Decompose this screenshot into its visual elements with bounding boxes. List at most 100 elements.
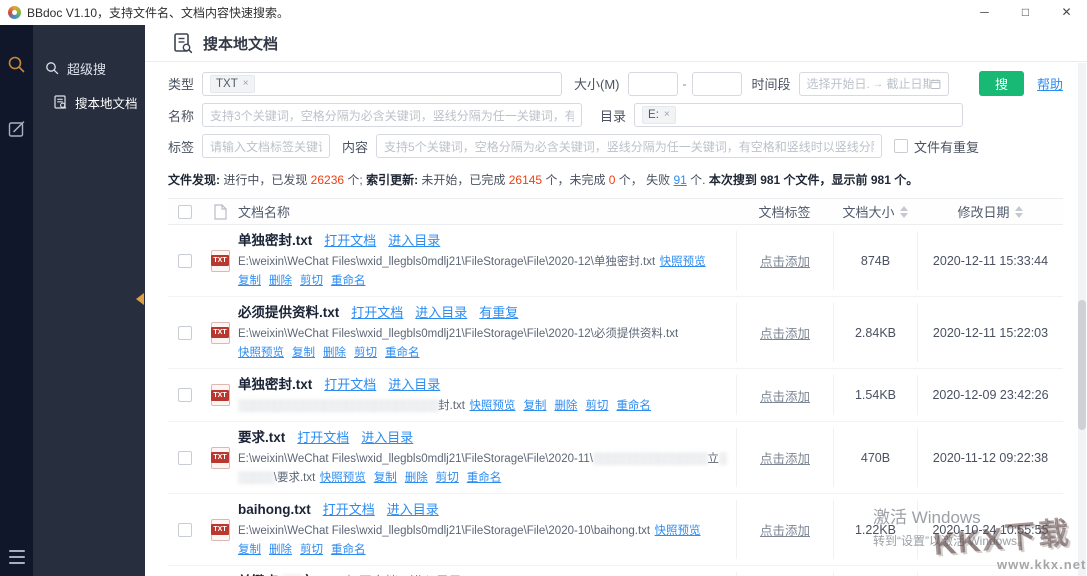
type-input[interactable]: TXT ×: [202, 72, 562, 96]
snapshot-preview-link[interactable]: 快照预览: [660, 256, 706, 268]
copy-link[interactable]: 复制: [292, 347, 315, 359]
page-doc-search-icon: [172, 32, 194, 54]
file-size: 1.54KB: [855, 388, 896, 402]
txt-file-icon: TXT: [211, 322, 230, 344]
delete-link[interactable]: 删除: [269, 275, 292, 287]
delete-link[interactable]: 删除: [554, 400, 577, 412]
header-modified-date[interactable]: 修改日期: [917, 199, 1063, 224]
size-max-input[interactable]: [692, 72, 742, 96]
collapse-sidebar-arrow-icon[interactable]: [136, 293, 144, 305]
add-tag-link[interactable]: 点击添加: [760, 386, 810, 405]
rename-link[interactable]: 重命名: [331, 544, 366, 556]
help-link[interactable]: 帮助: [1037, 74, 1063, 93]
open-doc-link[interactable]: 打开文档: [351, 305, 403, 320]
name-input[interactable]: 支持3个关键词，空格分隔为必含关键词，竖线分隔为任一关键词，有空格和竖线时以竖线…: [202, 103, 582, 127]
sidebar-item-search-local-docs[interactable]: 搜本地文档: [33, 85, 145, 119]
table-body: TXT单独密封.txt打开文档进入目录E:\weixin\WeChat File…: [168, 225, 1063, 576]
file-date: 2020-12-09 23:42:26: [932, 388, 1048, 402]
type-tag-chip: TXT ×: [210, 75, 255, 93]
snapshot-preview-link[interactable]: 快照预览: [238, 347, 284, 359]
cut-link[interactable]: 剪切: [585, 400, 608, 412]
end-date-placeholder: 截止日期: [887, 75, 930, 92]
header-doc-size[interactable]: 文档大小: [833, 199, 917, 224]
remove-dir-tag-icon[interactable]: ×: [664, 108, 670, 122]
rename-link[interactable]: 重命名: [616, 400, 651, 412]
open-dir-link[interactable]: 进入目录: [388, 377, 440, 392]
cut-link[interactable]: 剪切: [300, 544, 323, 556]
scrollbar-thumb[interactable]: [1078, 300, 1086, 430]
range-label: 时间段: [752, 74, 791, 93]
status-line: 文件发现: 进行中，已发现 26236 个; 索引更新: 未开始，已完成 261…: [145, 167, 1087, 188]
add-tag-link[interactable]: 点击添加: [760, 323, 810, 342]
txt-file-icon: TXT: [211, 447, 230, 469]
open-doc-link[interactable]: 打开文档: [323, 502, 375, 517]
rename-link[interactable]: 重命名: [331, 275, 366, 287]
date-range-input[interactable]: 选择开始日... → 截止日期: [799, 72, 949, 96]
snapshot-preview-link[interactable]: 快照预览: [469, 400, 515, 412]
open-doc-link[interactable]: 打开文档: [324, 377, 376, 392]
duplicate-link[interactable]: 有重复: [479, 305, 518, 320]
file-path-text: 立: [707, 453, 719, 465]
tag-placeholder: 请输入文档标签关键词: [210, 138, 322, 155]
compose-icon[interactable]: [8, 120, 26, 138]
rename-link[interactable]: 重命名: [385, 347, 420, 359]
failed-count-link[interactable]: 91: [673, 173, 686, 187]
delete-link[interactable]: 删除: [323, 347, 346, 359]
cut-link[interactable]: 剪切: [354, 347, 377, 359]
status-segment: 本次搜到 981 个文件，显示前 981 个。: [709, 173, 918, 187]
row-checkbox[interactable]: [178, 388, 192, 402]
sort-size-icon[interactable]: [900, 206, 908, 218]
file-name: baihong.txt: [238, 502, 311, 517]
status-segment: 未开始，已完成: [418, 173, 509, 187]
open-dir-link[interactable]: 进入目录: [387, 502, 439, 517]
add-tag-link[interactable]: 点击添加: [760, 448, 810, 467]
remove-type-tag-icon[interactable]: ×: [243, 77, 249, 91]
super-search-icon[interactable]: [7, 55, 26, 74]
row-checkbox[interactable]: [178, 523, 192, 537]
open-dir-link[interactable]: 进入目录: [361, 430, 413, 445]
file-path: E:\weixin\WeChat Files\wxid_llegbls0mdlj…: [238, 328, 678, 340]
row-checkbox[interactable]: [178, 451, 192, 465]
open-dir-link[interactable]: 进入目录: [388, 233, 440, 248]
rename-link[interactable]: 重命名: [467, 472, 502, 484]
cut-link[interactable]: 剪切: [300, 275, 323, 287]
copy-link[interactable]: 复制: [374, 472, 397, 484]
sort-date-icon[interactable]: [1015, 206, 1023, 218]
row-checkbox[interactable]: [178, 254, 192, 268]
open-doc-link[interactable]: 打开文档: [297, 430, 349, 445]
sidebar-item-label: 超级搜: [67, 59, 106, 78]
delete-link[interactable]: 删除: [405, 472, 428, 484]
status-segment: 进行中，已发现: [220, 173, 311, 187]
delete-link[interactable]: 删除: [269, 544, 292, 556]
open-doc-link[interactable]: 打开文档: [324, 233, 376, 248]
close-button[interactable]: ✕: [1046, 0, 1087, 25]
file-name-text: 要求.txt: [238, 430, 285, 445]
sidebar: 超级搜 搜本地文档: [33, 25, 145, 576]
file-date: 2020-10-24 10:55:55: [932, 523, 1048, 537]
dir-input[interactable]: E: ×: [634, 103, 963, 127]
minimize-button[interactable]: ─: [964, 0, 1005, 25]
snapshot-preview-link[interactable]: 快照预览: [320, 472, 366, 484]
maximize-button[interactable]: □: [1005, 0, 1046, 25]
add-tag-link[interactable]: 点击添加: [760, 520, 810, 539]
copy-link[interactable]: 复制: [238, 544, 261, 556]
search-button[interactable]: 搜: [979, 71, 1024, 96]
duplicate-checkbox[interactable]: [894, 139, 908, 153]
row-checkbox[interactable]: [178, 326, 192, 340]
tag-label: 标签: [168, 137, 194, 156]
menu-icon[interactable]: [9, 550, 25, 564]
snapshot-preview-link[interactable]: 快照预览: [655, 525, 701, 537]
content-input[interactable]: 支持5个关键词，空格分隔为必含关键词，竖线分隔为任一关键词，有空格和竖线时以竖线…: [376, 134, 882, 158]
select-all-checkbox[interactable]: [178, 205, 192, 219]
status-segment: 个，未完成: [542, 173, 609, 187]
add-tag-link[interactable]: 点击添加: [760, 251, 810, 270]
sidebar-item-super-search[interactable]: 超级搜: [33, 51, 145, 85]
file-path-text: E:\weixin\WeChat Files\wxid_llegbls0mdlj…: [238, 525, 650, 537]
cut-link[interactable]: 剪切: [436, 472, 459, 484]
tag-input[interactable]: 请输入文档标签关键词: [202, 134, 330, 158]
copy-link[interactable]: 复制: [238, 275, 261, 287]
copy-link[interactable]: 复制: [523, 400, 546, 412]
range-arrow-icon: →: [873, 78, 884, 90]
size-min-input[interactable]: [628, 72, 678, 96]
open-dir-link[interactable]: 进入目录: [415, 305, 467, 320]
